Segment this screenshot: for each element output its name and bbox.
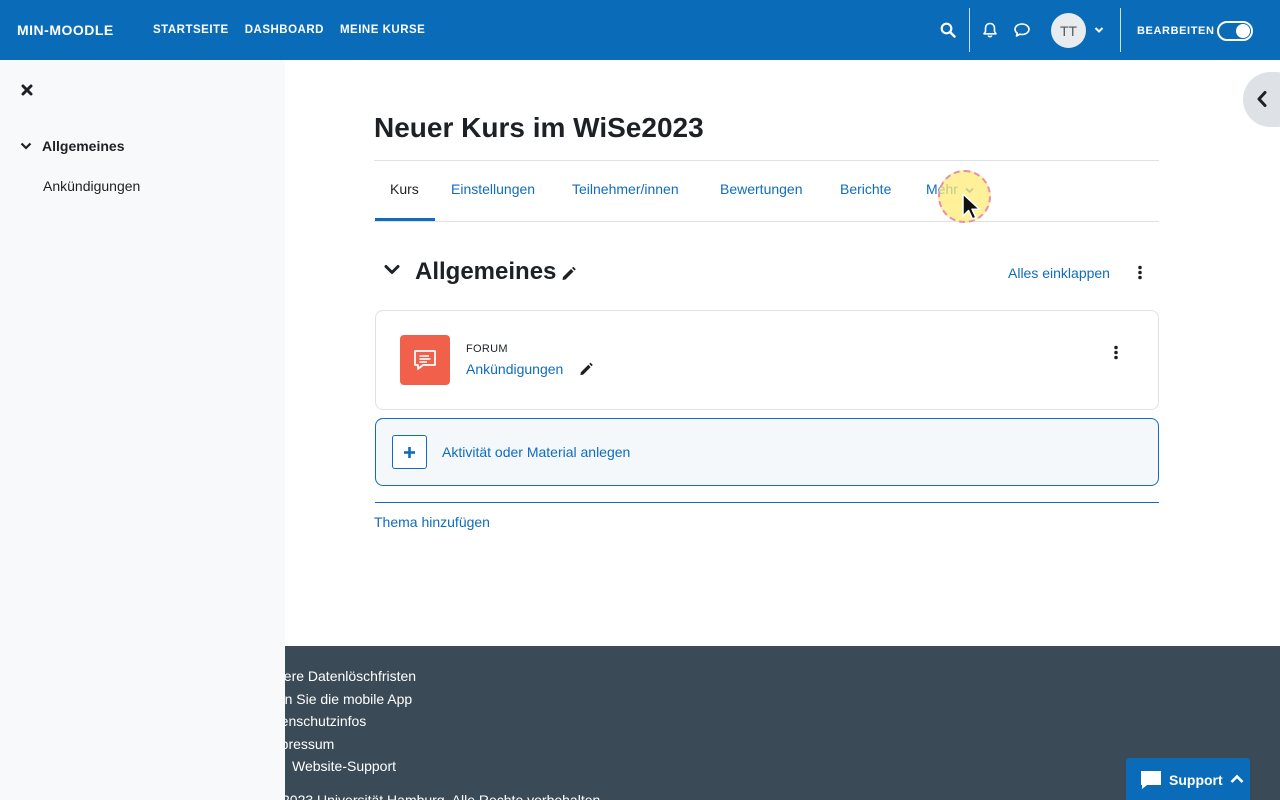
footer-link-datenloeschfristen[interactable]: nsere Datenlöschfristen [285, 665, 416, 688]
add-activity-label: Aktivität oder Material anlegen [442, 444, 631, 460]
divider [374, 160, 1159, 161]
tab-einstellungen[interactable]: Einstellungen [451, 181, 535, 197]
collapse-all-link[interactable]: Alles einklappen [1008, 265, 1110, 281]
divider [374, 221, 1159, 222]
collapse-section-chevron-icon[interactable] [383, 263, 401, 282]
open-block-drawer-button[interactable] [1243, 72, 1280, 127]
add-activity-button[interactable]: Aktivität oder Material anlegen [375, 418, 1159, 486]
message-icon[interactable] [1012, 20, 1032, 40]
chevron-down-icon[interactable] [1089, 20, 1109, 40]
chevron-up-icon [1230, 774, 1244, 783]
activity-type-label: FORUM [466, 343, 508, 355]
pencil-icon[interactable] [579, 362, 593, 381]
footer-link-website-support[interactable]: Website-Support [285, 755, 416, 778]
nav-link-dashboard[interactable]: DASHBOARD [245, 24, 324, 36]
tab-berichte[interactable]: Berichte [840, 181, 891, 197]
bell-icon[interactable] [980, 20, 1000, 40]
plus-icon [392, 435, 427, 469]
drawer-section-allgemeines[interactable]: Allgemeines [20, 138, 124, 154]
drawer-item-ankuendigungen[interactable]: Ankündigungen [43, 178, 140, 194]
footer-link-datenschutz[interactable]: atenschutzinfos [285, 710, 416, 733]
edit-mode-label: BEARBEITEN [1137, 25, 1215, 37]
site-brand[interactable]: MIN-MOODLE [17, 22, 114, 38]
footer-links: nsere Datenlöschfristen den Sie die mobi… [285, 665, 416, 778]
nav-link-startseite[interactable]: STARTSEITE [153, 24, 229, 36]
user-avatar[interactable]: TT [1051, 13, 1086, 48]
page-title: Neuer Kurs im WiSe2023 [374, 112, 704, 143]
nav-link-meine-kurse[interactable]: MEINE KURSE [340, 24, 425, 36]
chevron-left-icon [1257, 91, 1267, 107]
drawer-section-label: Allgemeines [42, 138, 125, 154]
section-divider [375, 502, 1159, 503]
support-label: Support [1169, 772, 1223, 788]
activity-card-forum: FORUM Ankündigungen [375, 310, 1159, 410]
primary-navigation: STARTSEITE DASHBOARD MEINE KURSE [153, 24, 425, 36]
tab-kurs[interactable]: Kurs [390, 181, 419, 197]
toggle-knob [1236, 24, 1250, 38]
edit-mode-toggle[interactable] [1217, 21, 1253, 41]
navbar-separator [1120, 8, 1121, 52]
footer-copyright: 2023 Universität Hamburg. Alle Rechte vo… [285, 792, 601, 800]
chevron-down-icon [20, 142, 32, 150]
support-button[interactable]: Support [1126, 758, 1250, 800]
course-index-drawer: Allgemeines Ankündigungen [0, 60, 285, 800]
close-icon[interactable] [19, 82, 35, 98]
search-icon[interactable] [938, 20, 958, 40]
top-navbar: MIN-MOODLE STARTSEITE DASHBOARD MEINE KU… [0, 0, 1280, 60]
chat-icon [1141, 771, 1161, 789]
activity-actions-kebab-icon[interactable] [1112, 345, 1120, 361]
footer-link-mobile-app[interactable]: den Sie die mobile App [285, 688, 416, 711]
section-title: Allgemeines [415, 258, 557, 285]
add-topic-link[interactable]: Thema hinzufügen [374, 514, 490, 530]
footer-link-impressum[interactable]: mpressum [285, 733, 416, 756]
pencil-icon[interactable] [561, 266, 576, 286]
navbar-separator [969, 8, 970, 52]
mouse-cursor-icon [960, 192, 984, 227]
tab-bewertungen[interactable]: Bewertungen [720, 181, 803, 197]
section-actions-kebab-icon[interactable] [1136, 265, 1144, 281]
activity-name-link[interactable]: Ankündigungen [466, 361, 563, 377]
forum-icon [400, 335, 450, 385]
tab-teilnehmer[interactable]: Teilnehmer/innen [572, 181, 679, 197]
